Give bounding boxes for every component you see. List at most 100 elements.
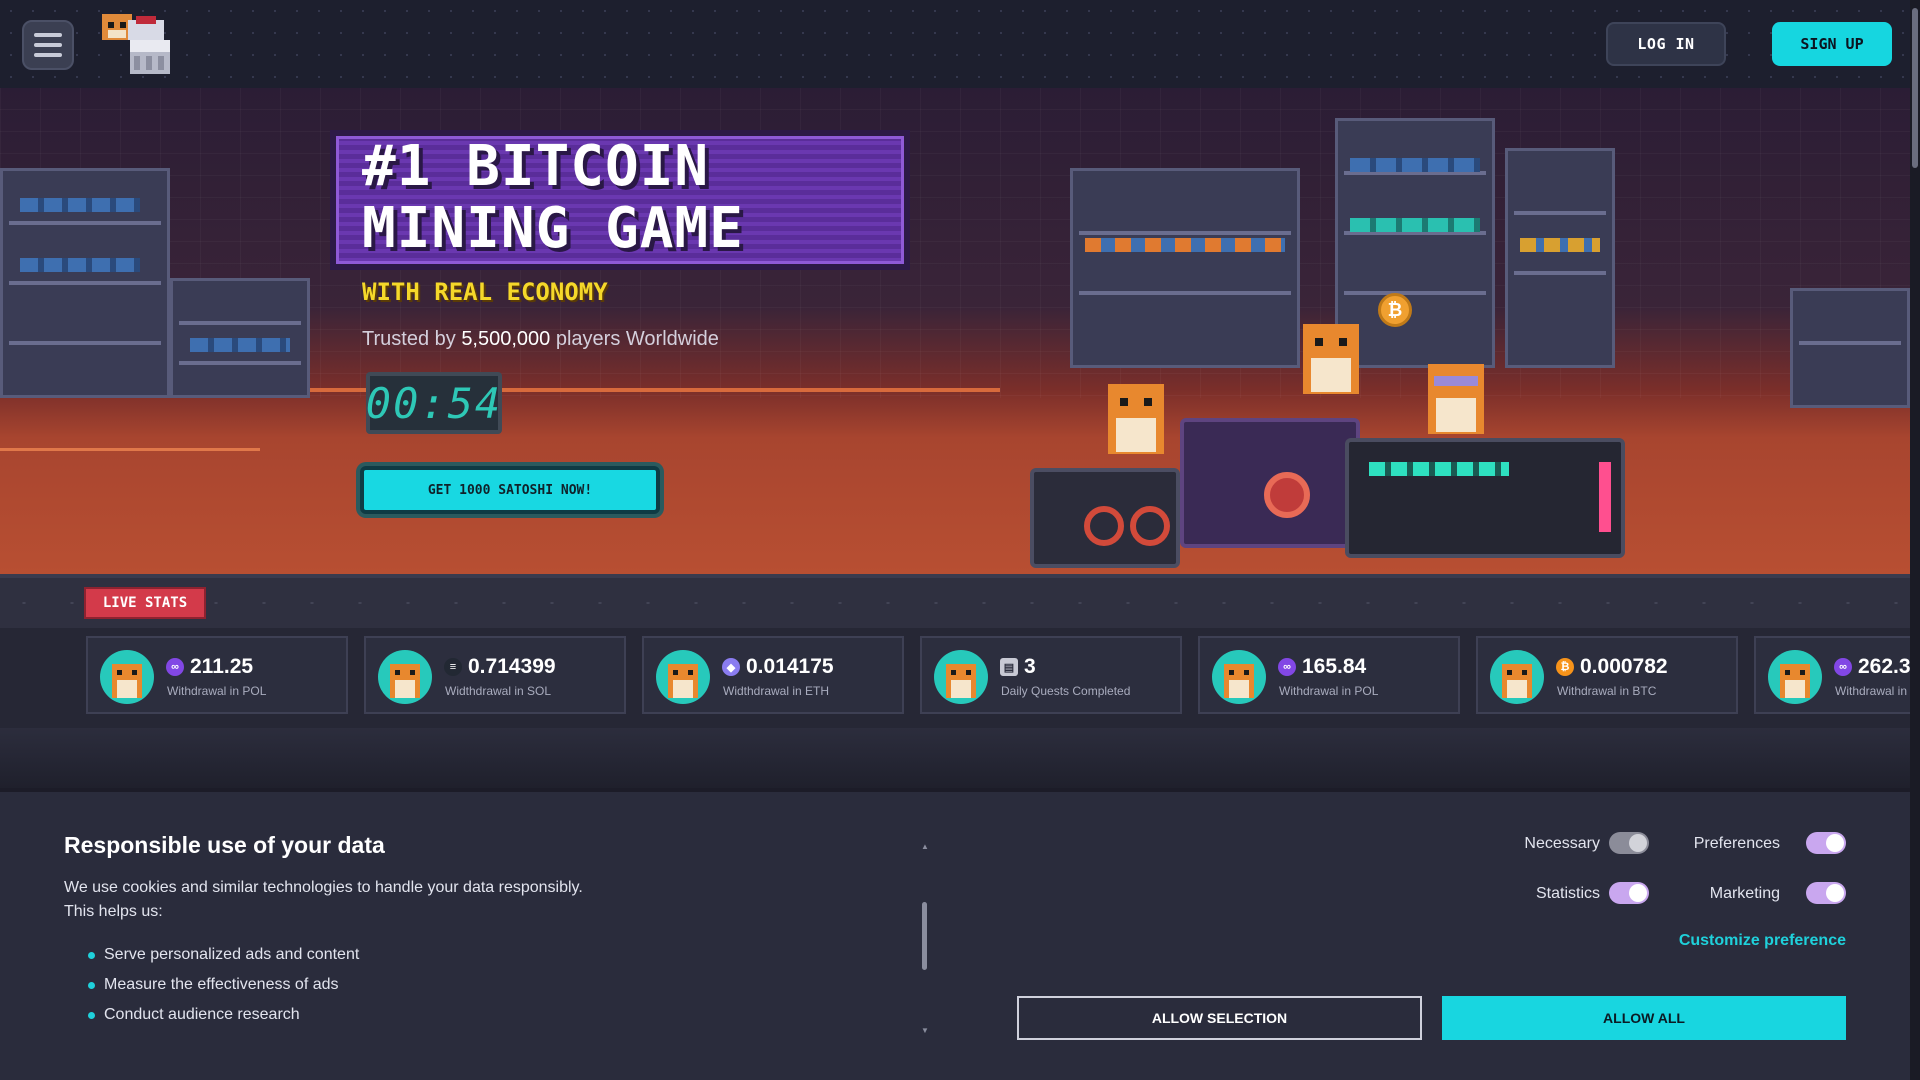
live-stats-badge: LIVE STATS	[84, 587, 206, 619]
preferences-toggle[interactable]	[1806, 832, 1846, 854]
quest-icon: ▤	[1000, 658, 1018, 676]
server-units	[190, 338, 290, 352]
page-scrollbar[interactable]	[1910, 0, 1920, 1080]
server-shelf-center	[1070, 168, 1300, 368]
floor-stripe	[0, 448, 260, 451]
stat-value: 262.3	[1858, 655, 1910, 678]
stat-value: 0.000782	[1580, 655, 1668, 678]
menu-bar-icon	[34, 53, 62, 57]
hamster-avatar	[100, 650, 154, 704]
stat-value: 0.714399	[468, 655, 556, 678]
hamburger-menu-button[interactable]	[22, 20, 74, 70]
cookie-description: We use cookies and similar technologies …	[64, 876, 604, 924]
hamster-character	[1108, 384, 1164, 454]
menu-bar-icon	[34, 43, 62, 47]
server-units	[20, 258, 140, 272]
hamster-avatar	[378, 650, 432, 704]
cookie-text-scrollbar[interactable]: ▲ ▼	[921, 842, 929, 1042]
server-shelf-far-right	[1790, 288, 1910, 408]
login-button[interactable]: LOG IN	[1606, 22, 1726, 66]
customize-preference-link[interactable]: Customize preference	[1676, 932, 1846, 950]
bitcoin-coin-icon: ₿	[1378, 293, 1412, 327]
sol-icon: ≡	[444, 658, 462, 676]
server-units	[1350, 218, 1480, 232]
get-satoshi-button[interactable]: GET 1000 SATOSHI NOW!	[360, 466, 660, 514]
server-units	[20, 198, 140, 212]
hero-title-line-1: #1 BITCOIN	[362, 134, 710, 199]
pol-icon: ∞	[166, 658, 184, 676]
list-item: Measure the effectiveness of ads	[87, 970, 359, 1000]
signup-button[interactable]: SIGN UP	[1772, 22, 1892, 66]
menu-bar-icon	[34, 33, 62, 37]
hamster-character	[1428, 364, 1484, 434]
hamster-avatar	[1490, 650, 1544, 704]
scroll-thumb[interactable]	[922, 902, 927, 970]
server-units	[1350, 158, 1480, 172]
page: LOG IN SIGN UP #1 BITCOIN MINING GAME WI…	[0, 0, 1920, 1080]
stat-value: 165.84	[1302, 655, 1367, 678]
list-item: Conduct audience research	[87, 1000, 359, 1030]
scroll-down-icon[interactable]: ▼	[921, 1026, 929, 1035]
pol-icon: ∞	[1834, 658, 1852, 676]
top-header: LOG IN SIGN UP	[0, 0, 1920, 88]
scroll-up-icon[interactable]: ▲	[921, 842, 929, 851]
btc-icon: ₿	[1556, 658, 1574, 676]
hero-title: #1 BITCOIN MINING GAME	[362, 136, 744, 260]
allow-all-button[interactable]: ALLOW ALL	[1442, 996, 1846, 1040]
hero-subtitle: WITH REAL ECONOMY	[362, 278, 608, 306]
trusted-count: 5,500,000	[461, 328, 551, 350]
necessary-label: Necessary	[1524, 835, 1600, 852]
stat-value: 3	[1024, 655, 1036, 678]
server-shelf-right-2	[1505, 148, 1615, 368]
server-units	[1085, 238, 1285, 252]
stat-value: 0.014175	[746, 655, 834, 678]
stat-label: Withdrawal in BTC	[1557, 684, 1657, 698]
trusted-by-text: Trusted by 5,500,000 players Worldwide	[362, 328, 719, 351]
live-stats-bar	[0, 574, 1910, 628]
hamster-avatar	[656, 650, 710, 704]
cookie-title: Responsible use of your data	[64, 832, 385, 858]
hero-banner: #1 BITCOIN MINING GAME WITH REAL ECONOMY…	[0, 88, 1910, 574]
preferences-label: Preferences	[1693, 835, 1780, 852]
live-stat-card: ₿ 0.000782 Withdrawal in BTC	[1476, 636, 1738, 714]
stat-label: Widthdrawal in ETH	[723, 684, 830, 698]
mining-rig-right	[1345, 438, 1625, 558]
stat-label: Daily Quests Completed	[1001, 684, 1131, 698]
live-stat-card: ≡ 0.714399 Widthdrawal in SOL	[364, 636, 626, 714]
live-stat-card: ∞ 211.25 Withdrawal in POL	[86, 636, 348, 714]
eth-icon: ◆	[722, 658, 740, 676]
hamster-avatar	[1212, 650, 1266, 704]
stat-label: Withdrawal in	[1835, 684, 1908, 698]
server-units	[1520, 238, 1600, 252]
trusted-suffix: players Worldwide	[555, 328, 719, 350]
statistics-toggle[interactable]	[1609, 882, 1649, 904]
hamster-miner-logo[interactable]	[100, 10, 175, 82]
stat-value: 211.25	[190, 655, 254, 678]
stat-label: Widthdrawal in SOL	[445, 684, 552, 698]
hamster-avatar	[934, 650, 988, 704]
stat-label: Withdrawal in POL	[1279, 684, 1379, 698]
mining-rig-center	[1180, 418, 1360, 548]
statistics-label: Statistics	[1535, 885, 1600, 902]
hamster-character	[1303, 324, 1359, 394]
live-stat-card: ∞ 165.84 Withdrawal in POL	[1198, 636, 1460, 714]
pol-icon: ∞	[1278, 658, 1296, 676]
live-stat-card: ◆ 0.014175 Widthdrawal in ETH	[642, 636, 904, 714]
timer-value: 00:54	[365, 378, 503, 428]
page-scrollbar-thumb[interactable]	[1912, 8, 1918, 168]
countdown-timer: 00:54	[366, 372, 502, 434]
hero-title-line-2: MINING GAME	[362, 196, 744, 261]
cookie-description-line: We use cookies and similar technologies …	[64, 879, 583, 896]
cookie-description-line: This helps us:	[64, 903, 163, 920]
allow-selection-button[interactable]: ALLOW SELECTION	[1017, 996, 1422, 1040]
trusted-prefix: Trusted by	[362, 328, 456, 350]
marketing-toggle[interactable]	[1806, 882, 1846, 904]
hamster-avatar	[1768, 650, 1822, 704]
live-stat-card: ∞ 262.3 Withdrawal in	[1754, 636, 1910, 714]
list-item: Serve personalized ads and content	[87, 940, 359, 970]
marketing-label: Marketing	[1709, 885, 1780, 902]
live-stat-card: ▤ 3 Daily Quests Completed	[920, 636, 1182, 714]
necessary-toggle	[1609, 832, 1649, 854]
mining-rig-left	[1030, 468, 1180, 568]
cookie-purpose-list: Serve personalized ads and content Measu…	[87, 940, 359, 1030]
